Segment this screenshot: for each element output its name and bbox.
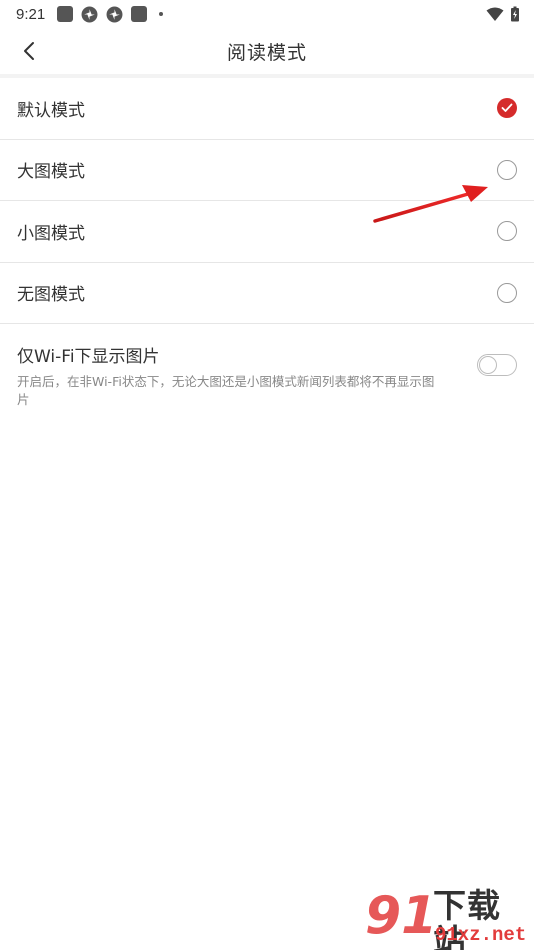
radio-unchecked-icon[interactable]: [497, 221, 517, 242]
app-notification-icon: [57, 6, 74, 22]
radio-checked-icon[interactable]: [497, 98, 517, 119]
wifi-setting-description: 开启后，在非Wi-Fi状态下，无论大图还是小图模式新闻列表都将不再显示图片: [17, 374, 435, 407]
radio-unchecked-icon[interactable]: [497, 282, 517, 303]
app-notification-icon: [131, 6, 148, 22]
app-header: 阅读模式: [0, 28, 534, 74]
status-system-icons: [486, 6, 520, 22]
option-default-mode[interactable]: 默认模式: [0, 78, 534, 140]
status-bar: 9:21: [0, 0, 534, 28]
option-label: 无图模式: [17, 285, 85, 306]
toggle-knob: [479, 356, 497, 374]
battery-charging-icon: [511, 6, 519, 22]
wifi-icon: [486, 7, 504, 21]
pinwheel-notification-icon: [81, 6, 98, 22]
annotation-arrow-icon: [373, 185, 488, 223]
wifi-only-images-setting: 仅Wi-Fi下显示图片 开启后，在非Wi-Fi状态下，无论大图还是小图模式新闻列…: [0, 324, 534, 414]
back-button[interactable]: [14, 36, 44, 66]
radio-unchecked-icon[interactable]: [497, 159, 517, 180]
watermark-url: 91xz.net: [435, 924, 527, 946]
wifi-setting-title: 仅Wi-Fi下显示图片: [17, 347, 160, 367]
page-title: 阅读模式: [226, 41, 307, 64]
status-time: 9:21: [16, 5, 46, 23]
watermark-logo: 91 下载站 91xz.net: [365, 886, 533, 950]
watermark-91-logo: 91: [365, 886, 438, 946]
pinwheel-notification-icon: [106, 6, 123, 22]
wifi-only-toggle[interactable]: [477, 354, 517, 376]
option-no-image-mode[interactable]: 无图模式: [0, 263, 534, 324]
more-notifications-dot-icon: [159, 12, 164, 16]
option-label: 默认模式: [17, 100, 85, 121]
option-label: 大图模式: [17, 162, 85, 183]
status-notification-icons: [57, 6, 164, 23]
chevron-left-icon: [24, 42, 34, 60]
